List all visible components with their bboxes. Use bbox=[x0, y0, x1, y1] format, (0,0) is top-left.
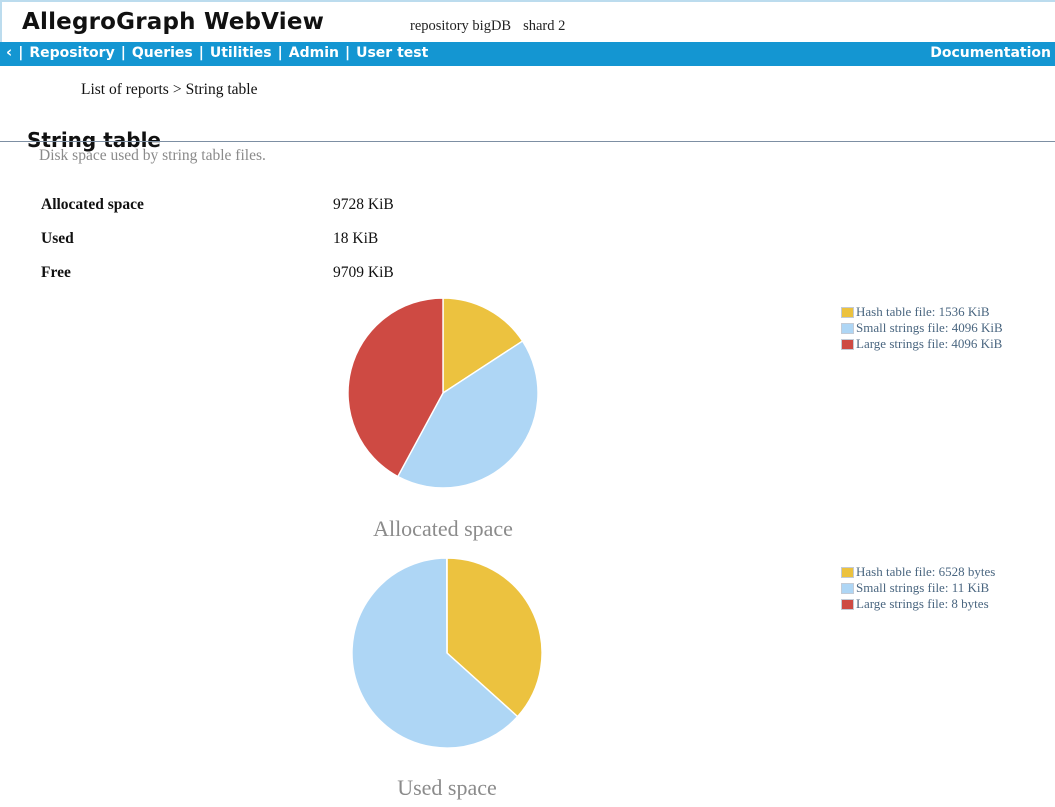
breadcrumb-current: String table bbox=[186, 81, 258, 98]
breadcrumb: List of reports>String table bbox=[81, 81, 257, 99]
legend-item: Small strings file: 11 KiB bbox=[841, 580, 995, 596]
stat-label-used: Used bbox=[41, 230, 333, 264]
chevron-left-icon[interactable]: ‹ bbox=[6, 45, 12, 60]
nav-item-utilities[interactable]: Utilities bbox=[210, 45, 272, 61]
nav-item-queries[interactable]: Queries bbox=[132, 45, 193, 61]
app-title: AllegroGraph WebView bbox=[22, 9, 324, 35]
table-row: Free 9709 KiB bbox=[41, 264, 394, 298]
main-nav-bar: ‹ | Repository | Queries | Utilities | A… bbox=[0, 42, 1055, 66]
legend-swatch-hash-table-file bbox=[841, 307, 854, 318]
stat-value-free: 9709 KiB bbox=[333, 264, 394, 298]
stat-value-used: 18 KiB bbox=[333, 230, 394, 264]
legend-swatch-large-strings-file bbox=[841, 599, 854, 610]
legend-swatch-hash-table-file bbox=[841, 567, 854, 578]
pie-chart-used-space bbox=[352, 558, 542, 748]
legend-used-space: Hash table file: 6528 bytes Small string… bbox=[841, 564, 995, 612]
page-subtitle: Disk space used by string table files. bbox=[39, 147, 266, 165]
breadcrumb-list-of-reports[interactable]: List of reports bbox=[81, 81, 169, 98]
legend-item: Large strings file: 4096 KiB bbox=[841, 336, 1003, 352]
legend-swatch-small-strings-file bbox=[841, 323, 854, 334]
legend-swatch-small-strings-file bbox=[841, 583, 854, 594]
legend-label-small-strings-file: Small strings file: 11 KiB bbox=[856, 580, 989, 596]
legend-item: Hash table file: 1536 KiB bbox=[841, 304, 1003, 320]
nav-separator-0: | bbox=[18, 45, 23, 61]
nav-separator-4: | bbox=[345, 45, 350, 61]
pie-chart-allocated-space-svg bbox=[348, 298, 538, 488]
legend-label-large-strings-file: Large strings file: 4096 KiB bbox=[856, 336, 1002, 352]
legend-label-large-strings-file: Large strings file: 8 bytes bbox=[856, 596, 989, 612]
shard-label: shard 2 bbox=[523, 18, 565, 34]
table-row: Used 18 KiB bbox=[41, 230, 394, 264]
nav-item-admin[interactable]: Admin bbox=[289, 45, 339, 61]
legend-item: Hash table file: 6528 bytes bbox=[841, 564, 995, 580]
legend-allocated-space: Hash table file: 1536 KiB Small strings … bbox=[841, 304, 1003, 352]
pie-chart-used-space-svg bbox=[352, 558, 542, 748]
chart-caption-allocated-space: Allocated space bbox=[343, 516, 543, 542]
disk-space-stats-table: Allocated space 9728 KiB Used 18 KiB Fre… bbox=[41, 196, 394, 298]
stat-value-allocated-space: 9728 KiB bbox=[333, 196, 394, 230]
legend-label-small-strings-file: Small strings file: 4096 KiB bbox=[856, 320, 1003, 336]
nav-separator-1: | bbox=[121, 45, 126, 61]
breadcrumb-separator: > bbox=[173, 81, 182, 98]
nav-items: ‹ | Repository | Queries | Utilities | A… bbox=[6, 45, 428, 61]
repository-info: repository bigDB shard 2 bbox=[410, 18, 565, 35]
repository-label: repository bigDB bbox=[410, 18, 511, 34]
legend-label-hash-table-file: Hash table file: 6528 bytes bbox=[856, 564, 995, 580]
chart-caption-used-space: Used space bbox=[347, 775, 547, 801]
legend-item: Small strings file: 4096 KiB bbox=[841, 320, 1003, 336]
legend-label-hash-table-file: Hash table file: 1536 KiB bbox=[856, 304, 990, 320]
stat-label-allocated-space: Allocated space bbox=[41, 196, 333, 230]
nav-item-documentation[interactable]: Documentation bbox=[930, 45, 1051, 61]
table-row: Allocated space 9728 KiB bbox=[41, 196, 394, 230]
title-divider bbox=[0, 141, 1055, 142]
pie-chart-allocated-space bbox=[348, 298, 538, 488]
legend-item: Large strings file: 8 bytes bbox=[841, 596, 995, 612]
nav-item-repository[interactable]: Repository bbox=[29, 45, 114, 61]
nav-separator-3: | bbox=[278, 45, 283, 61]
nav-separator-2: | bbox=[199, 45, 204, 61]
stat-label-free: Free bbox=[41, 264, 333, 298]
app-header: AllegroGraph WebView repository bigDB sha… bbox=[0, 0, 1055, 42]
nav-item-user-test[interactable]: User test bbox=[356, 45, 428, 61]
legend-swatch-large-strings-file bbox=[841, 339, 854, 350]
